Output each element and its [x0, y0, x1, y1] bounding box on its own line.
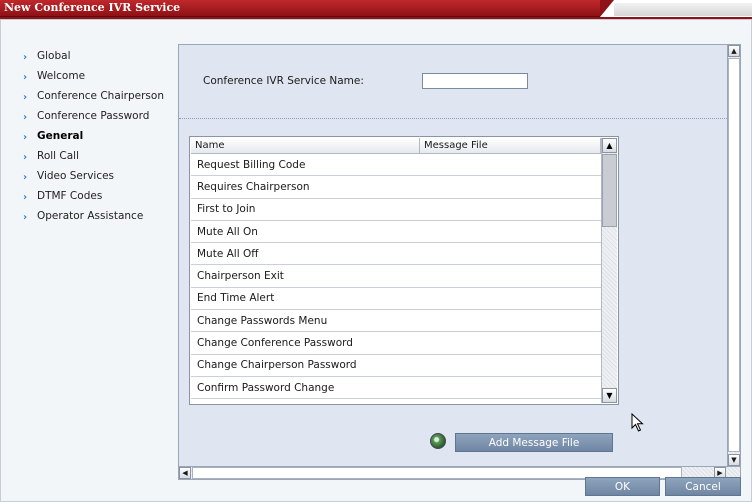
chevron-right-icon: › — [23, 51, 28, 63]
table-header: Name Message File — [191, 138, 601, 154]
arrow-left-icon: ◀ — [182, 469, 188, 477]
chevron-right-icon: › — [23, 211, 28, 223]
sidebar-item-label: Roll Call — [37, 150, 80, 162]
title-bar: New Conference IVR Service — [0, 0, 752, 19]
mouse-pointer-icon — [631, 413, 644, 432]
table-row[interactable]: Change Chairperson Password — [191, 355, 601, 377]
table-scrollbar[interactable]: ▲ ▼ — [601, 138, 617, 403]
add-message-file-button[interactable]: Add Message File — [455, 433, 613, 452]
arrow-right-icon: ▶ — [717, 469, 723, 477]
table-rows: Request Billing Code Requires Chairperson… — [191, 154, 601, 400]
table-row[interactable]: Mute All Off — [191, 243, 601, 266]
title-bar-fill — [614, 3, 752, 16]
sidebar-item-label: Conference Chairperson — [37, 90, 164, 102]
sidebar-item-general[interactable]: › General — [23, 126, 183, 146]
arrow-down-icon: ▼ — [606, 391, 613, 400]
row-name: Requires Chairperson — [197, 180, 310, 193]
audio-file-icon[interactable] — [430, 433, 446, 449]
section-divider — [179, 118, 731, 119]
row-name: Change Passwords Menu — [197, 314, 328, 327]
table-row[interactable]: Requires Chairperson — [191, 176, 601, 199]
table-row[interactable]: Change Conference Password — [191, 332, 601, 355]
table-row[interactable]: Change Passwords Menu — [191, 310, 601, 333]
service-name-label: Conference IVR Service Name: — [203, 75, 364, 87]
chevron-right-icon: › — [23, 71, 28, 83]
table-scroll-thumb[interactable] — [602, 154, 617, 227]
arrow-up-icon: ▲ — [606, 141, 613, 150]
service-name-input[interactable] — [422, 73, 528, 89]
table-row[interactable]: End Time Alert — [191, 288, 601, 311]
row-name: First to Join — [197, 203, 256, 216]
service-name-row: Conference IVR Service Name: — [203, 73, 528, 89]
row-name: End Time Alert — [197, 292, 275, 305]
sidebar-item-video-services[interactable]: › Video Services — [23, 166, 183, 186]
column-header-name[interactable]: Name — [191, 138, 420, 153]
row-name: Change Conference Password — [197, 337, 353, 350]
panel-scroll-left-button[interactable]: ◀ — [179, 467, 191, 479]
arrow-up-icon: ▲ — [731, 47, 737, 55]
row-name: Mute All Off — [197, 247, 259, 260]
cancel-button[interactable]: Cancel — [665, 477, 741, 496]
panel-vertical-scrollbar[interactable]: ▲ ▼ — [727, 45, 740, 466]
table-row[interactable]: Mute All On — [191, 221, 601, 244]
ok-button[interactable]: OK — [585, 477, 660, 496]
sidebar-item-global[interactable]: › Global — [23, 46, 183, 66]
panel-vertical-thumb[interactable] — [728, 58, 740, 452]
main-panel: Conference IVR Service Name: Name Messag… — [178, 44, 741, 480]
messages-table: Name Message File Request Billing Code Re… — [189, 136, 619, 405]
sidebar-item-label: Operator Assistance — [37, 210, 144, 222]
sidebar-item-label: Welcome — [37, 70, 86, 82]
sidebar-item-conference-password[interactable]: › Conference Password — [23, 106, 183, 126]
row-name: Chairperson Exit — [197, 270, 284, 283]
table-row[interactable]: Request Billing Code — [191, 154, 601, 177]
sidebar-nav: › Global › Welcome › Conference Chairperson › C… — [23, 46, 183, 226]
scroll-down-button[interactable]: ▼ — [602, 388, 617, 403]
sidebar-item-label: Video Services — [37, 170, 115, 182]
window-title: New Conference IVR Service — [4, 1, 181, 14]
row-name: Change Chairperson Password — [197, 359, 357, 372]
chevron-right-icon: › — [23, 91, 28, 103]
chevron-right-icon: › — [23, 151, 28, 163]
panel-scroll-down-button[interactable]: ▼ — [728, 454, 740, 466]
table-row[interactable]: First to Join — [191, 199, 601, 221]
panel-scroll-up-button[interactable]: ▲ — [728, 45, 740, 57]
column-header-message-file[interactable]: Message File — [420, 138, 601, 153]
row-name: Confirm Password Change — [197, 381, 335, 394]
chevron-right-icon: › — [23, 131, 28, 143]
sidebar-item-welcome[interactable]: › Welcome — [23, 66, 183, 86]
table-row[interactable]: Chairperson Exit — [191, 265, 601, 288]
row-name: Mute All On — [197, 225, 258, 238]
title-tab: New Conference IVR Service — [0, 0, 614, 17]
sidebar-item-roll-call[interactable]: › Roll Call — [23, 146, 183, 166]
chevron-right-icon: › — [23, 111, 28, 123]
chevron-right-icon: › — [23, 191, 28, 203]
table-body: Name Message File Request Billing Code Re… — [191, 138, 601, 403]
sidebar-item-operator-assistance[interactable]: › Operator Assistance — [23, 206, 183, 226]
scroll-up-button[interactable]: ▲ — [602, 138, 617, 153]
sidebar-item-label: Conference Password — [37, 110, 150, 122]
sidebar-item-label: General — [37, 130, 84, 142]
sidebar-item-dtmf-codes[interactable]: › DTMF Codes — [23, 186, 183, 206]
arrow-down-icon: ▼ — [731, 456, 737, 464]
sidebar-item-label: Global — [37, 50, 71, 62]
sidebar-item-label: DTMF Codes — [37, 190, 103, 202]
table-row[interactable]: Confirm Password Change — [191, 377, 601, 400]
row-name: Request Billing Code — [197, 158, 306, 171]
chevron-right-icon: › — [23, 171, 28, 183]
sidebar-item-conference-chairperson[interactable]: › Conference Chairperson — [23, 86, 183, 106]
